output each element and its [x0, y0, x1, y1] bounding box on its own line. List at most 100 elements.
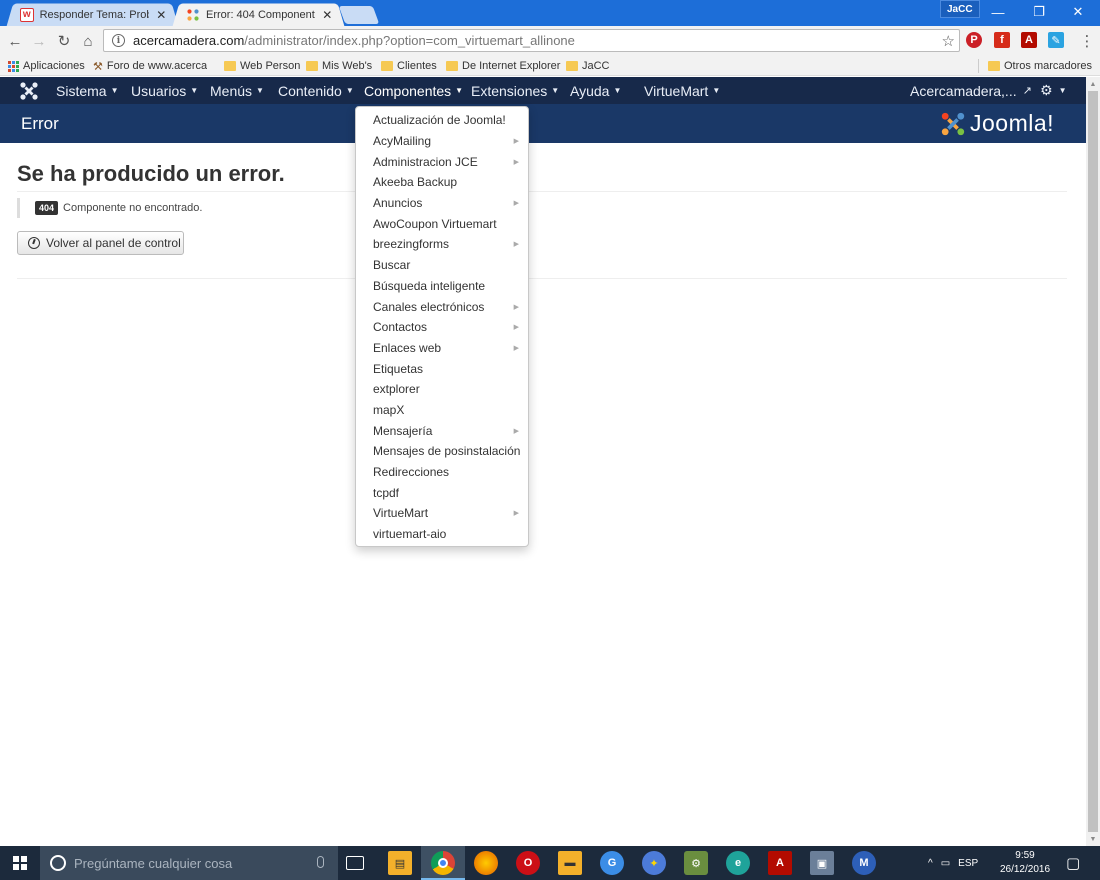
app-tools-icon[interactable]: ⚙: [684, 851, 708, 875]
back-arrow-icon[interactable]: ←: [4, 30, 26, 52]
submenu-arrow-icon: ▶: [513, 344, 519, 352]
bookmark-mis-webs[interactable]: Mis Web's: [306, 58, 372, 74]
dropdown-item[interactable]: Actualización de Joomla!: [356, 110, 528, 131]
menu-contenido[interactable]: Contenido ▼: [278, 77, 354, 104]
forward-arrow-icon[interactable]: →: [28, 30, 50, 52]
bookmark-clientes[interactable]: Clientes: [381, 58, 437, 74]
page-scrollbar[interactable]: ▲ ▼: [1086, 77, 1100, 846]
menu-menus[interactable]: Menús ▼: [210, 77, 264, 104]
chevron-up-icon[interactable]: ^: [928, 858, 933, 869]
folder-icon: [988, 61, 1000, 71]
app-printer-icon[interactable]: ▣: [810, 851, 834, 875]
explorer-folder-icon[interactable]: ▤: [388, 851, 412, 875]
settings-menu[interactable]: ⚙ ▼: [1040, 77, 1066, 104]
task-view-icon[interactable]: [346, 856, 364, 870]
minimize-icon[interactable]: —: [980, 0, 1016, 24]
close-tab-icon[interactable]: ✕: [321, 8, 333, 22]
admin-navbar: Sistema ▼ Usuarios ▼ Menús ▼ Contenido ▼ Com…: [0, 77, 1086, 104]
dropdown-item[interactable]: Administracion JCE ▶: [356, 151, 528, 172]
tab-responder-tema[interactable]: w Responder Tema: Problem ✕: [6, 3, 179, 27]
dropdown-item[interactable]: Anuncios ▶: [356, 193, 528, 214]
file-manager-icon[interactable]: ▬: [558, 851, 582, 875]
scroll-up-icon[interactable]: ▲: [1086, 77, 1100, 91]
external-link-icon: ↗: [1022, 85, 1032, 97]
menu-ayuda[interactable]: Ayuda ▼: [570, 77, 621, 104]
menu-kebab-icon[interactable]: ⋮: [1076, 30, 1098, 52]
menu-usuarios[interactable]: Usuarios ▼: [131, 77, 198, 104]
edge-icon[interactable]: e: [726, 851, 750, 875]
bookmarks-bar: Aplicaciones ⚒ Foro de www.acercam Web P…: [0, 56, 1100, 76]
site-link[interactable]: Acercamadera,... ↗: [910, 77, 1032, 104]
menu-componentes[interactable]: Componentes ▼: [364, 77, 463, 104]
bookmark-foro[interactable]: ⚒ Foro de www.acercam: [93, 58, 207, 74]
acrobat-icon[interactable]: A: [768, 851, 792, 875]
dropdown-item[interactable]: Etiquetas: [356, 358, 528, 379]
restore-icon[interactable]: ❐: [1021, 0, 1057, 24]
componentes-dropdown: Actualización de Joomla! AcyMailing ▶ Adm…: [355, 106, 529, 547]
menu-sistema[interactable]: Sistema ▼: [56, 77, 119, 104]
malwarebytes-icon[interactable]: M: [852, 851, 876, 875]
microphone-icon[interactable]: [317, 856, 324, 868]
new-tab-button[interactable]: [338, 6, 380, 24]
chrome-icon[interactable]: [431, 851, 455, 875]
info-icon[interactable]: i: [112, 34, 125, 47]
network-icon[interactable]: ▭: [941, 858, 950, 869]
bookmark-star-icon[interactable]: ☆: [942, 32, 955, 50]
dropdown-item[interactable]: breezingforms ▶: [356, 234, 528, 255]
menu-extensiones[interactable]: Extensiones ▼: [471, 77, 559, 104]
dropdown-item[interactable]: Redirecciones: [356, 462, 528, 483]
pdf-icon[interactable]: A: [1021, 32, 1037, 48]
close-tab-icon[interactable]: ✕: [155, 8, 167, 22]
opera-icon[interactable]: O: [516, 851, 540, 875]
page-title: Se ha producido un error.: [17, 161, 285, 186]
dropdown-item[interactable]: Enlaces web ▶: [356, 338, 528, 359]
clock[interactable]: 9:59 26/12/2016: [996, 849, 1054, 877]
dropdown-item[interactable]: AwoCoupon Virtuemart: [356, 213, 528, 234]
dropdown-item[interactable]: Mensajes de posinstalación: [356, 441, 528, 462]
windows-taskbar: Pregúntame cualquier cosa ▤ O ▬ G ✦ ⚙ e …: [0, 846, 1100, 880]
dashboard-icon: [28, 237, 40, 249]
dropdown-item[interactable]: Buscar: [356, 255, 528, 276]
dropdown-item[interactable]: Canales electrónicos ▶: [356, 296, 528, 317]
dropdown-item[interactable]: AcyMailing ▶: [356, 131, 528, 152]
app-g-icon[interactable]: G: [600, 851, 624, 875]
dropdown-item[interactable]: extplorer: [356, 379, 528, 400]
dropdown-item[interactable]: mapX: [356, 400, 528, 421]
profile-name[interactable]: JaCC: [940, 0, 980, 18]
close-window-icon[interactable]: ✕: [1060, 0, 1096, 24]
bookmark-web-person[interactable]: Web Person: [224, 58, 300, 74]
bookmark-apps[interactable]: Aplicaciones: [8, 58, 85, 74]
firefox-icon[interactable]: [474, 851, 498, 875]
dropdown-item[interactable]: Contactos ▶: [356, 317, 528, 338]
reload-icon[interactable]: ↻: [53, 30, 75, 52]
app-bulb-icon[interactable]: ✦: [642, 851, 666, 875]
bookmark-internet-explorer[interactable]: De Internet Explorer: [446, 58, 560, 74]
edit-extension-icon[interactable]: ✎: [1048, 32, 1064, 48]
dropdown-item[interactable]: VirtueMart ▶: [356, 503, 528, 524]
menu-virtuemart[interactable]: VirtueMart ▼: [644, 77, 720, 104]
clock-date: 26/12/2016: [999, 864, 1051, 875]
pinterest-icon[interactable]: P: [966, 32, 982, 48]
tab-error-404[interactable]: Error: 404 Componente n ✕: [172, 3, 345, 27]
scroll-down-icon[interactable]: ▼: [1086, 832, 1100, 846]
address-bar[interactable]: i acercamadera.com/administrator/index.p…: [103, 29, 960, 52]
notifications-icon[interactable]: ▢: [1066, 846, 1080, 880]
home-icon[interactable]: ⌂: [77, 30, 99, 52]
dropdown-item[interactable]: virtuemart-aio: [356, 524, 528, 545]
language-indicator[interactable]: ESP: [958, 858, 978, 869]
scroll-thumb[interactable]: [1088, 91, 1098, 832]
joomla-icon: [941, 112, 965, 135]
joomla-brand-logo: Joomla!: [940, 110, 1054, 137]
joomla-logo-icon[interactable]: [19, 81, 39, 101]
dropdown-item[interactable]: Akeeba Backup: [356, 172, 528, 193]
back-to-dashboard-button[interactable]: Volver al panel de control: [17, 231, 184, 255]
joomla-icon: [186, 8, 200, 22]
flash-icon[interactable]: f: [994, 32, 1010, 48]
taskbar-search[interactable]: Pregúntame cualquier cosa: [40, 846, 338, 880]
bookmark-jacc[interactable]: JaCC: [566, 58, 610, 74]
dropdown-item[interactable]: Mensajería ▶: [356, 420, 528, 441]
dropdown-item[interactable]: Búsqueda inteligente: [356, 276, 528, 297]
dropdown-item[interactable]: tcpdf: [356, 482, 528, 503]
bookmark-otros[interactable]: Otros marcadores: [988, 58, 1092, 74]
start-button[interactable]: [0, 846, 40, 880]
